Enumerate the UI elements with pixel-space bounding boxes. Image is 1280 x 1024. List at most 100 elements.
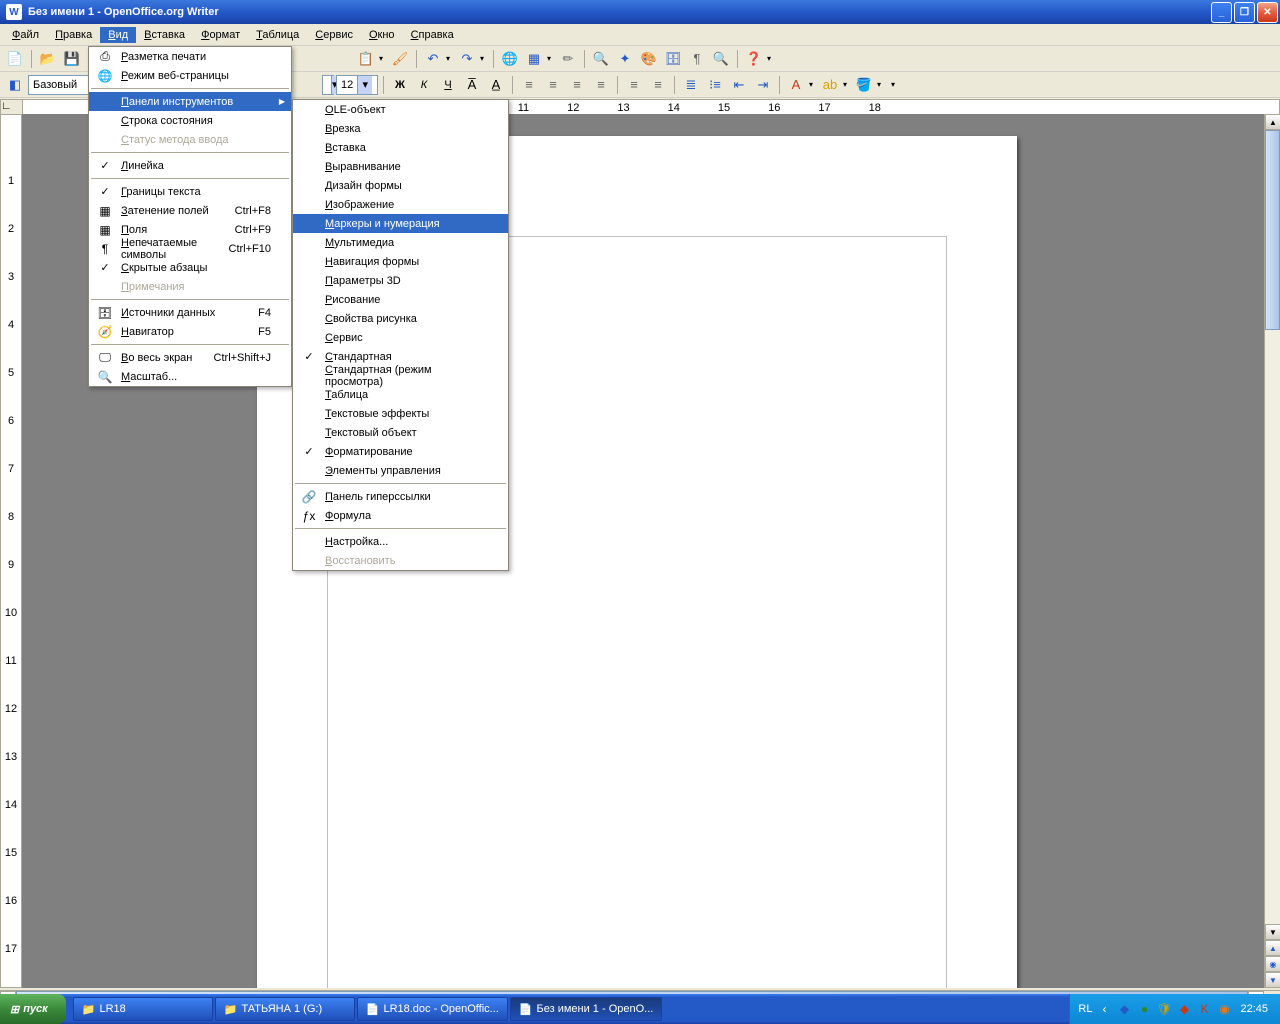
align-right-button[interactable]: ≡ bbox=[566, 74, 588, 96]
save-button[interactable]: 💾 bbox=[61, 48, 83, 70]
next-page-button[interactable]: ▼ bbox=[1265, 972, 1280, 988]
close-button[interactable]: ✕ bbox=[1257, 2, 1278, 23]
tray-icon[interactable]: ◆ bbox=[1176, 1001, 1192, 1017]
system-tray[interactable]: RL ‹ ◆ ● 🛡 ◆ K ◉ 22:45 bbox=[1069, 994, 1280, 1024]
align-center-button[interactable]: ≡ bbox=[542, 74, 564, 96]
zoom-button[interactable]: 🔍 bbox=[710, 48, 732, 70]
align-left-button[interactable]: ≡ bbox=[518, 74, 540, 96]
toolbar-submenu-item[interactable]: Параметры 3D bbox=[293, 271, 508, 290]
rtl-button[interactable]: ≡ bbox=[647, 74, 669, 96]
gallery-button[interactable]: 🎨 bbox=[638, 48, 660, 70]
menu-вид[interactable]: Вид bbox=[100, 27, 136, 43]
vertical-ruler[interactable]: 123456789101112131415161718 bbox=[0, 114, 22, 988]
vertical-scrollbar[interactable]: ▲ ▼ ▲ ◉ ▼ bbox=[1264, 114, 1280, 988]
toolbar-submenu-item[interactable]: ƒxФормула bbox=[293, 506, 508, 525]
view-menu-item[interactable]: 🧭НавигаторF5 bbox=[89, 322, 291, 341]
menu-сервис[interactable]: Сервис bbox=[307, 27, 361, 43]
tray-shield-icon[interactable]: 🛡 bbox=[1156, 1001, 1172, 1017]
highlight-button[interactable]: ab bbox=[819, 74, 841, 96]
view-menu-item[interactable]: 🌐Режим веб-страницы bbox=[89, 66, 291, 85]
tray-expand-icon[interactable]: ‹ bbox=[1096, 1001, 1112, 1017]
subscript-button[interactable]: A̲ bbox=[485, 74, 507, 96]
increase-indent-button[interactable]: ⇥ bbox=[752, 74, 774, 96]
toolbar-submenu-item[interactable]: Сервис bbox=[293, 328, 508, 347]
tray-antivirus-icon[interactable]: K bbox=[1196, 1001, 1212, 1017]
formatting-toolbar-more[interactable]: ▾ bbox=[891, 80, 899, 89]
font-color-button[interactable]: A bbox=[785, 74, 807, 96]
toolbar-more[interactable]: ▾ bbox=[767, 54, 775, 63]
undo-button[interactable]: ↶ bbox=[422, 48, 444, 70]
toolbar-submenu-item[interactable]: Текстовые эффекты bbox=[293, 404, 508, 423]
menu-окно[interactable]: Окно bbox=[361, 27, 403, 43]
toolbar-submenu-item[interactable]: Элементы управления bbox=[293, 461, 508, 480]
hyperlink-button[interactable]: 🌐 bbox=[499, 48, 521, 70]
toolbar-submenu-item[interactable]: Рисование bbox=[293, 290, 508, 309]
toolbar-submenu-item[interactable]: Таблица bbox=[293, 385, 508, 404]
toolbar-submenu-item[interactable]: OLE-объект bbox=[293, 100, 508, 119]
tray-icon[interactable]: ◆ bbox=[1116, 1001, 1132, 1017]
view-menu-item[interactable]: ⎙Разметка печати bbox=[89, 47, 291, 66]
view-menu-item[interactable]: 🗄Источники данныхF4 bbox=[89, 303, 291, 322]
open-button[interactable]: 📂 bbox=[37, 48, 59, 70]
toolbar-submenu-item[interactable]: Навигация формы bbox=[293, 252, 508, 271]
nav-button[interactable]: ◉ bbox=[1265, 956, 1280, 972]
bullet-list-button[interactable]: ⁝≡ bbox=[704, 74, 726, 96]
datasource-button[interactable]: 🗄 bbox=[662, 48, 684, 70]
taskbar-item[interactable]: 📁ТАТЬЯНА 1 (G:) bbox=[215, 997, 355, 1021]
toolbar-submenu-item[interactable]: Дизайн формы bbox=[293, 176, 508, 195]
nonprint-button[interactable]: ¶ bbox=[686, 48, 708, 70]
lang-indicator[interactable]: RL bbox=[1078, 1003, 1092, 1015]
redo-button[interactable]: ↷ bbox=[456, 48, 478, 70]
show-draw-button[interactable]: ✏ bbox=[557, 48, 579, 70]
taskbar-item[interactable]: 📄LR18.doc - OpenOffic... bbox=[357, 997, 508, 1021]
bold-button[interactable]: Ж bbox=[389, 74, 411, 96]
paste-button[interactable]: 📋 bbox=[355, 48, 377, 70]
start-button[interactable]: ⊞ пуск bbox=[0, 994, 66, 1024]
superscript-button[interactable]: A̅ bbox=[461, 74, 483, 96]
scroll-up-button[interactable]: ▲ bbox=[1265, 114, 1280, 130]
view-menu-item[interactable]: Строка состояния bbox=[89, 111, 291, 130]
find-button[interactable]: 🔍 bbox=[590, 48, 612, 70]
italic-button[interactable]: К bbox=[413, 74, 435, 96]
view-menu-item[interactable]: 🔍Масштаб... bbox=[89, 367, 291, 386]
toolbar-submenu-item[interactable]: Мультимедиа bbox=[293, 233, 508, 252]
decrease-indent-button[interactable]: ⇤ bbox=[728, 74, 750, 96]
redo-arrow[interactable]: ▾ bbox=[480, 54, 488, 63]
taskbar-item[interactable]: 📄Без имени 1 - OpenO... bbox=[510, 997, 663, 1021]
toolbar-submenu-item[interactable]: 🔗Панель гиперссылки bbox=[293, 487, 508, 506]
view-menu-item[interactable]: ✓Линейка bbox=[89, 156, 291, 175]
align-justify-button[interactable]: ≡ bbox=[590, 74, 612, 96]
fontsize-combo[interactable]: 12 ▾ bbox=[336, 75, 378, 95]
toolbar-submenu-item[interactable]: ✓Форматирование bbox=[293, 442, 508, 461]
tray-icon[interactable]: ● bbox=[1136, 1001, 1152, 1017]
toolbar-submenu-item[interactable]: Настройка... bbox=[293, 532, 508, 551]
menu-файл[interactable]: Файл bbox=[4, 27, 47, 43]
toolbar-submenu-item[interactable]: Свойства рисунка bbox=[293, 309, 508, 328]
tray-icon[interactable]: ◉ bbox=[1216, 1001, 1232, 1017]
toolbar-submenu-item[interactable]: Маркеры и нумерация bbox=[293, 214, 508, 233]
menu-вставка[interactable]: Вставка bbox=[136, 27, 193, 43]
bg-color-button[interactable]: 🪣 bbox=[853, 74, 875, 96]
navigator-button[interactable]: ✦ bbox=[614, 48, 636, 70]
font-combo-arrow[interactable]: ▾ bbox=[322, 75, 334, 95]
view-menu-item[interactable]: ✓Скрытые абзацы bbox=[89, 258, 291, 277]
help-button[interactable]: ❓ bbox=[743, 48, 765, 70]
scroll-down-button[interactable]: ▼ bbox=[1265, 924, 1280, 940]
maximize-button[interactable]: ❐ bbox=[1234, 2, 1255, 23]
numbered-list-button[interactable]: ≣ bbox=[680, 74, 702, 96]
table-button[interactable]: ▦ bbox=[523, 48, 545, 70]
toolbar-submenu-item[interactable]: Врезка bbox=[293, 119, 508, 138]
prev-page-button[interactable]: ▲ bbox=[1265, 940, 1280, 956]
menu-формат[interactable]: Формат bbox=[193, 27, 248, 43]
view-menu-item[interactable]: ✓Границы текста bbox=[89, 182, 291, 201]
menu-правка[interactable]: Правка bbox=[47, 27, 100, 43]
underline-button[interactable]: Ч bbox=[437, 74, 459, 96]
ltr-button[interactable]: ≡ bbox=[623, 74, 645, 96]
table-arrow[interactable]: ▾ bbox=[547, 54, 555, 63]
minimize-button[interactable]: _ bbox=[1211, 2, 1232, 23]
view-menu-item[interactable]: ¶Непечатаемые символыCtrl+F10 bbox=[89, 239, 291, 258]
toolbar-submenu-item[interactable]: Стандартная (режим просмотра) bbox=[293, 366, 508, 385]
view-menu-item[interactable]: Панели инструментов▶ bbox=[89, 92, 291, 111]
paste-arrow[interactable]: ▾ bbox=[379, 54, 387, 63]
toolbar-submenu-item[interactable]: Изображение bbox=[293, 195, 508, 214]
